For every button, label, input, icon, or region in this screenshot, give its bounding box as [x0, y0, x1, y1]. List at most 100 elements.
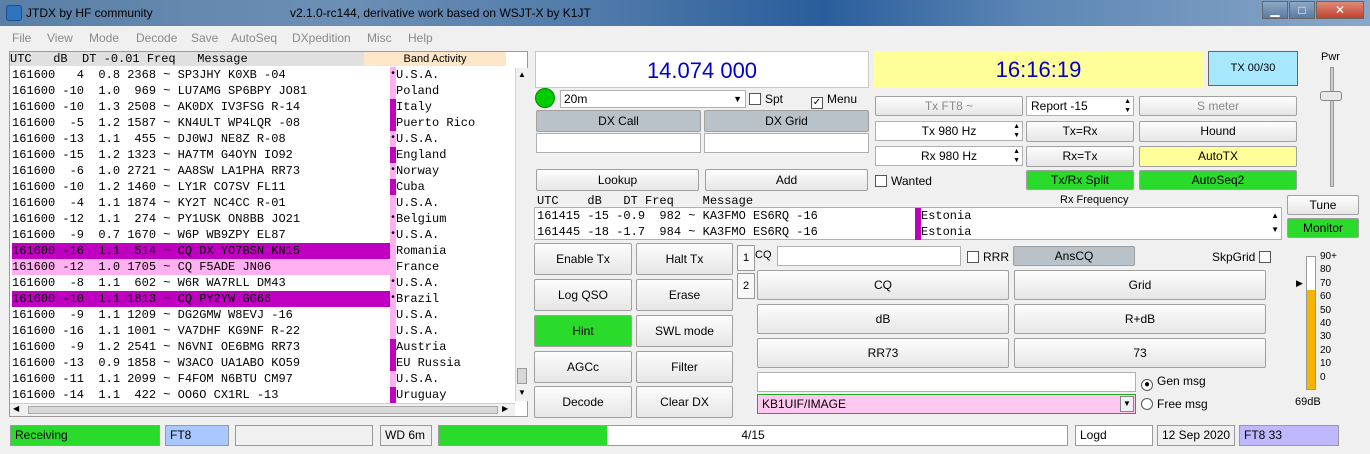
- dx-call-input[interactable]: [536, 133, 701, 153]
- lookup-button[interactable]: Lookup: [536, 169, 699, 191]
- spin-arrows-icon[interactable]: ▲ ▼: [1013, 122, 1020, 140]
- decode-row[interactable]: 161600 -10 1.0 969 ~ LU7AMG SP6BPY JO81: [12, 83, 390, 99]
- spin-arrows-icon[interactable]: ▲ ▼: [1124, 97, 1131, 115]
- monitor-button[interactable]: Monitor: [1287, 218, 1359, 238]
- decode-row[interactable]: 161600 -11 1.1 2099 ~ F4FOM N6BTU CM97: [12, 371, 390, 387]
- tx-mode-button[interactable]: Tx FT8 ~: [875, 96, 1023, 116]
- decode-row[interactable]: 161600 -16 1.1 1001 ~ VA7DHF KG9NF R-22: [12, 323, 390, 339]
- scroll-right-icon[interactable]: ▶: [502, 404, 508, 413]
- tx-eq-rx-button[interactable]: Tx=Rx: [1026, 121, 1134, 142]
- decode-button[interactable]: Decode: [534, 386, 632, 418]
- decode-row[interactable]: 161600 -9 1.2 2541 ~ N6VNI OE6BMG RR73: [12, 339, 390, 355]
- agcc-button[interactable]: AGCc: [534, 351, 632, 383]
- menu-view[interactable]: View: [47, 31, 73, 45]
- menu-file[interactable]: File: [12, 31, 31, 45]
- tx-freq-spinbox[interactable]: Tx 980 Hz ▲ ▼: [875, 121, 1023, 141]
- decode-row[interactable]: 161600 -5 1.2 1587 ~ KN4ULT WP4LQR -08: [12, 115, 390, 131]
- s-meter-button[interactable]: S meter: [1139, 96, 1297, 116]
- decode-row[interactable]: 161600 -10 1.1 1813 ~ CQ PY2YW GG66: [12, 291, 390, 307]
- meter-tick: 20: [1320, 344, 1332, 356]
- power-slider-track[interactable]: [1330, 67, 1334, 187]
- erase-button[interactable]: Erase: [636, 279, 733, 311]
- cq-input[interactable]: [777, 246, 961, 266]
- menu-checkbox[interactable]: ✓ Menu: [811, 92, 857, 109]
- horizontal-scrollbar[interactable]: ◀ ▶: [10, 403, 515, 416]
- halt-tx-button[interactable]: Halt Tx: [636, 243, 733, 275]
- chevron-down-icon[interactable]: ▼: [1120, 396, 1134, 412]
- decode-row[interactable]: 161600 -14 1.1 422 ~ OO6O CX1RL -13: [12, 387, 390, 403]
- autotx-button[interactable]: AutoTX: [1139, 146, 1297, 167]
- menu-misc[interactable]: Misc: [367, 31, 392, 45]
- rx-scroll-icon[interactable]: ▲ ▼: [1271, 209, 1279, 237]
- enable-tx-button[interactable]: Enable Tx: [534, 243, 632, 275]
- spot-checkbox[interactable]: Spt: [749, 92, 783, 106]
- decode-row[interactable]: 161600 4 0.8 2368 ~ SP3JHY K0XB -04: [12, 67, 390, 83]
- wanted-checkbox[interactable]: Wanted: [875, 174, 932, 188]
- scroll-up-icon[interactable]: ▲: [518, 70, 526, 79]
- clear-dx-button[interactable]: Clear DX: [636, 386, 733, 418]
- decode-row[interactable]: 161600 -13 1.1 455 ~ DJ0WJ NE8Z R-08: [12, 131, 390, 147]
- maximize-button[interactable]: □: [1289, 1, 1315, 19]
- skpgrid-checkbox[interactable]: SkpGrid: [1212, 250, 1275, 264]
- decode-row[interactable]: 161600 -9 1.1 1209 ~ DG2GMW W8EVJ -16: [12, 307, 390, 323]
- power-slider-handle[interactable]: [1320, 91, 1342, 101]
- anscq-button[interactable]: AnsCQ: [1013, 246, 1135, 266]
- decode-row[interactable]: 161600 -12 1.1 274 ~ PY1USK ON8BB JO21: [12, 211, 390, 227]
- hint-button[interactable]: Hint: [534, 315, 632, 347]
- menu-dxpedition[interactable]: DXpedition: [292, 31, 351, 45]
- rx-frequency-panel[interactable]: 161415 -15 -0.9 982 ~ KA3FMO ES6RQ -16 E…: [534, 207, 1282, 240]
- menu-mode[interactable]: Mode: [89, 31, 119, 45]
- menu-autoseq[interactable]: AutoSeq: [231, 31, 277, 45]
- free-msg-select[interactable]: KB1UIF/IMAGE ▼: [757, 394, 1136, 414]
- band-activity-panel[interactable]: UTC dB DT -0.01 Freq Message Band Activi…: [9, 51, 528, 417]
- spin-arrows-icon[interactable]: ▲ ▼: [1013, 147, 1020, 165]
- tab-1[interactable]: 1: [737, 245, 755, 271]
- menu-help[interactable]: Help: [408, 31, 433, 45]
- rx-eq-tx-button[interactable]: Rx=Tx: [1026, 146, 1134, 167]
- free-msg-radio[interactable]: Free msg: [1141, 397, 1208, 411]
- tx-counter[interactable]: TX 00/30: [1208, 51, 1298, 86]
- menu-save[interactable]: Save: [191, 31, 218, 45]
- gen-msg-radio[interactable]: ● Gen msg: [1141, 374, 1206, 391]
- log-qso-button[interactable]: Log QSO: [534, 279, 632, 311]
- decode-row[interactable]: 161600 -8 1.1 602 ~ W6R WA7RLL DM43: [12, 275, 390, 291]
- rx-freq-spinbox[interactable]: Rx 980 Hz ▲ ▼: [875, 146, 1023, 166]
- decode-row[interactable]: 161600 -6 1.0 2721 ~ AA8SW LA1PHA RR73: [12, 163, 390, 179]
- scroll-left-icon[interactable]: ◀: [13, 404, 19, 413]
- hound-button[interactable]: Hound: [1139, 121, 1297, 142]
- report-spinbox[interactable]: Report -15 ▲ ▼: [1026, 96, 1134, 116]
- rr73-message-button[interactable]: RR73: [757, 338, 1009, 368]
- dx-grid-input[interactable]: [704, 133, 869, 153]
- decode-row[interactable]: 161600 -9 0.7 1670 ~ W6P WB9ZPY EL87: [12, 227, 390, 243]
- 73-message-button[interactable]: 73: [1014, 338, 1266, 368]
- decode-row[interactable]: 161600 -15 1.2 1323 ~ HA7TM G4OYN IO92: [12, 147, 390, 163]
- filter-button[interactable]: Filter: [636, 351, 733, 383]
- scroll-thumb[interactable]: [517, 368, 527, 384]
- decode-row[interactable]: 161600 -10 1.3 2508 ~ AK0DX IV3FSG R-14: [12, 99, 390, 115]
- tab-2[interactable]: 2: [737, 273, 755, 299]
- split-button[interactable]: Tx/Rx Split: [1026, 170, 1134, 190]
- cq-message-button[interactable]: CQ: [757, 270, 1009, 300]
- vertical-scrollbar[interactable]: ▲ ▼: [515, 68, 528, 401]
- decode-row[interactable]: 161600 -16 1.1 514 ~ CQ DX YO7BSN KN15: [12, 243, 390, 259]
- db-message-button[interactable]: dB: [757, 304, 1009, 334]
- report-value: Report -15: [1031, 99, 1088, 113]
- rrr-checkbox[interactable]: RRR: [967, 250, 1009, 264]
- menu-decode[interactable]: Decode: [136, 31, 177, 45]
- hscroll-thumb[interactable]: [28, 406, 498, 414]
- add-button[interactable]: Add: [705, 169, 868, 191]
- minimize-button[interactable]: ▁: [1262, 1, 1288, 19]
- autoseq2-button[interactable]: AutoSeq2: [1139, 170, 1297, 190]
- scroll-down-icon[interactable]: ▼: [518, 388, 526, 397]
- r-db-message-button[interactable]: R+dB: [1014, 304, 1266, 334]
- grid-message-button[interactable]: Grid: [1014, 270, 1266, 300]
- gen-msg-input[interactable]: [757, 372, 1136, 392]
- decode-row[interactable]: 161600 -12 1.0 1705 ~ CQ F5ADE JN06: [12, 259, 390, 275]
- decode-row[interactable]: 161600 -10 1.2 1460 ~ LY1R CO7SV FL11: [12, 179, 390, 195]
- decode-row[interactable]: 161600 -13 0.9 1858 ~ W3ACO UA1ABO KO59: [12, 355, 390, 371]
- tune-button[interactable]: Tune: [1287, 195, 1359, 215]
- swl-mode-button[interactable]: SWL mode: [636, 315, 733, 347]
- close-button[interactable]: ✕: [1316, 1, 1364, 19]
- decode-row[interactable]: 161600 -4 1.1 1874 ~ KY2T NC4CC R-01: [12, 195, 390, 211]
- band-select[interactable]: 20m ▼: [560, 90, 746, 108]
